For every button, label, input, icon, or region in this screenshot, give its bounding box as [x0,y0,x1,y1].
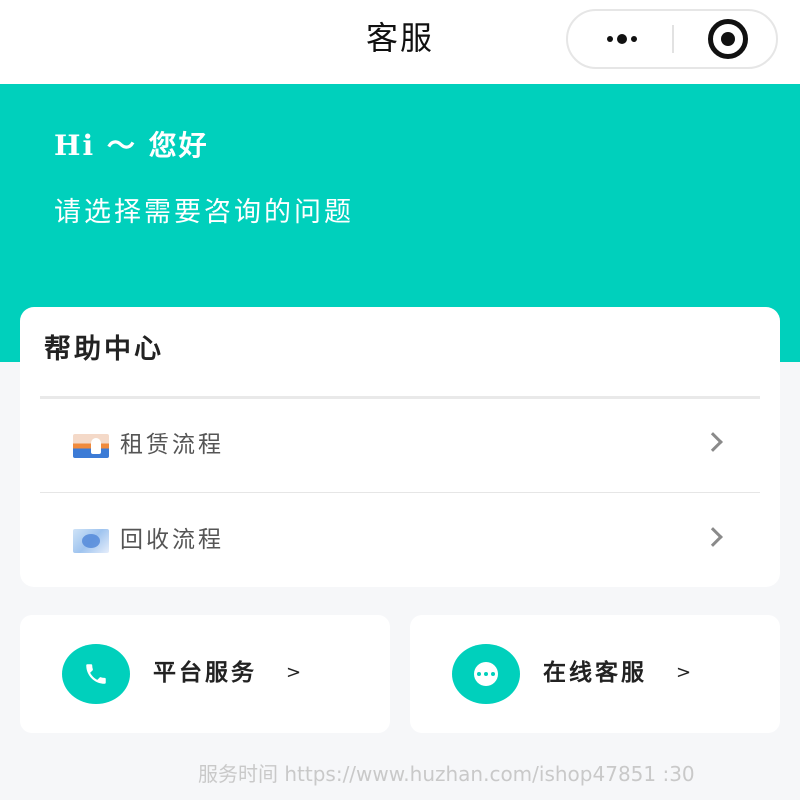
capsule-divider [672,25,674,53]
watermark-text: 服务时间 https://www.huzhan.com/ishop47851 :… [198,762,695,786]
help-item-label: 回收流程 [120,527,224,553]
help-center-title: 帮助中心 [44,334,164,365]
more-dots-icon[interactable] [598,11,646,67]
help-item-label: 租赁流程 [120,432,224,458]
lease-thumbnail-icon [73,434,109,458]
hero-greeting: Hi ～ 您好 [54,129,209,162]
help-item-lease-process[interactable]: 租赁流程 [40,399,760,493]
divider [40,492,760,493]
arrow-right-icon: > [286,662,302,683]
arrow-right-icon: > [676,662,692,683]
recycle-thumbnail-icon [73,529,109,553]
phone-icon [62,644,130,704]
platform-service-button[interactable]: 平台服务 > [20,615,390,733]
chevron-right-icon [703,527,723,547]
help-center-card: 帮助中心 租赁流程 回收流程 [20,307,780,587]
target-icon[interactable] [708,19,748,59]
online-support-button[interactable]: 在线客服 > [410,615,780,733]
service-label: 在线客服 [543,659,647,686]
navigation-bar: 客服 [0,0,800,84]
chevron-right-icon [703,432,723,452]
chat-dots-icon [452,644,520,704]
hero-subtitle: 请选择需要咨询的问题 [54,197,354,228]
mini-program-capsule [566,9,778,69]
help-item-recycle-process[interactable]: 回收流程 [40,494,760,587]
service-label: 平台服务 [153,659,257,686]
